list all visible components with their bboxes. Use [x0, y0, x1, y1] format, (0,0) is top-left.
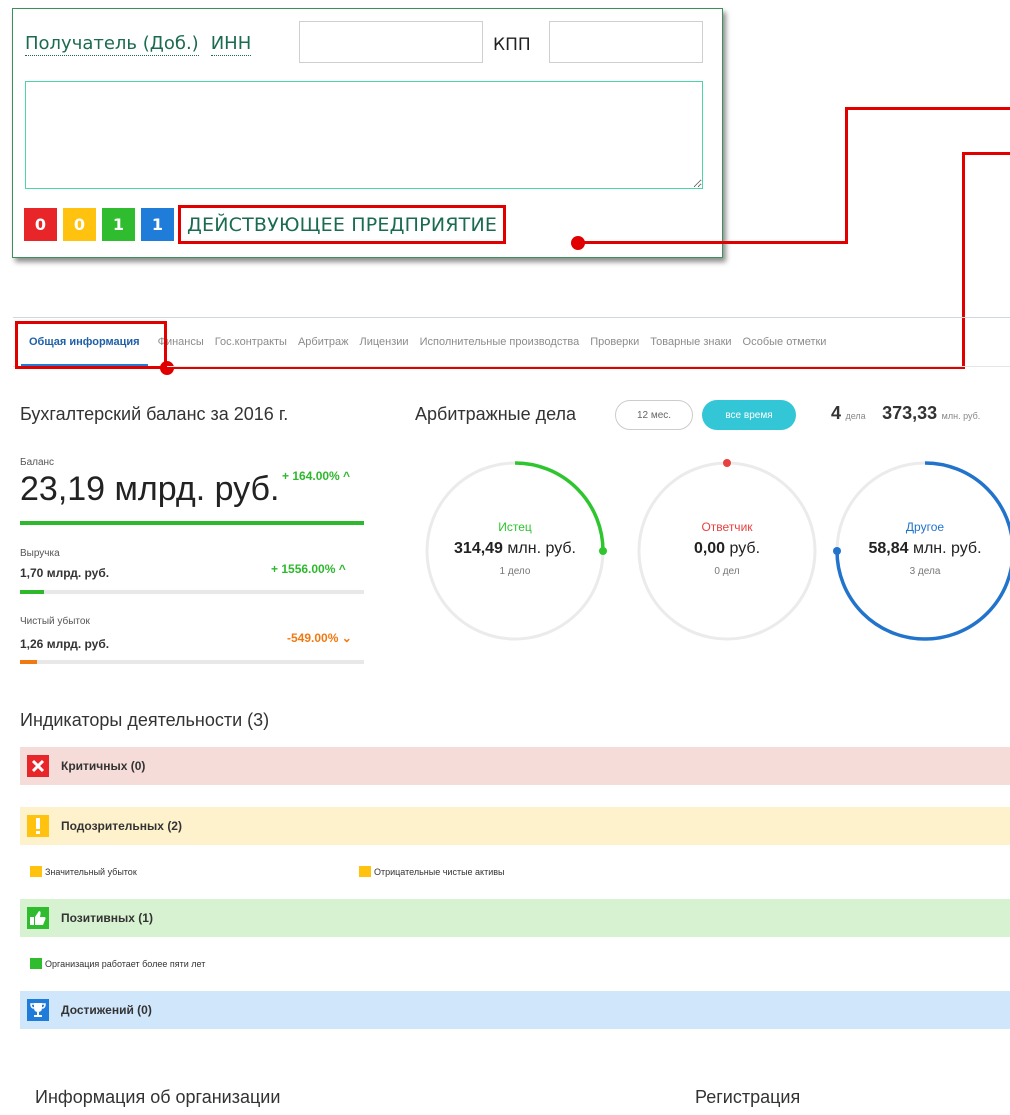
loss-label: Чистый убыток — [20, 616, 90, 627]
circle-title: Истец — [498, 520, 532, 534]
balance-label: Баланс — [20, 457, 55, 468]
arbitrage-circle[interactable]: Другое 58,84 млн. руб. 3 дела — [830, 456, 1010, 646]
tab-item[interactable]: Проверки — [590, 336, 639, 348]
yellow-square-icon — [359, 866, 371, 877]
revenue-label: Выручка — [20, 548, 60, 559]
circle-title: Ответчик — [701, 520, 753, 534]
status-counters: 0 0 1 1 ДЕЙСТВУЮЩЕЕ ПРЕДПРИЯТИЕ — [24, 205, 507, 244]
recipient-link[interactable]: Получатель (Доб.) — [25, 33, 199, 56]
indicator-positive-label: Позитивных (1) — [61, 911, 153, 925]
recipient-textarea[interactable] — [25, 81, 703, 189]
cases-unit: дела — [845, 411, 866, 421]
circle-subtitle: 0 дел — [714, 566, 740, 577]
balance-change: + 164.00% ^ — [282, 469, 351, 483]
company-status: ДЕЙСТВУЮЩЕЕ ПРЕДПРИЯТИЕ — [178, 205, 507, 244]
kpp-input[interactable] — [549, 21, 703, 63]
inn-input[interactable] — [299, 21, 483, 63]
green-square-icon — [30, 958, 42, 969]
indicator-item-label: Отрицательные чистые активы — [374, 866, 505, 877]
tab-item[interactable]: Товарные знаки — [650, 336, 731, 348]
arbitrage-totals: 4 дела 373,33 млн. руб. — [831, 403, 980, 424]
filter-all-time-button[interactable]: все время — [702, 400, 796, 430]
balance-title: Бухгалтерский баланс за 2016 г. — [20, 404, 289, 424]
indicator-critical-bar[interactable]: Критичных (0) — [20, 747, 1010, 785]
circle-value: 58,84 млн. руб. — [868, 540, 982, 557]
counter-suspicious[interactable]: 0 — [63, 208, 96, 241]
kpp-label: КПП — [493, 35, 531, 55]
total-value: 373,33 — [882, 403, 938, 423]
registration-title: Регистрация — [695, 1087, 801, 1107]
cases-count: 4 — [831, 403, 842, 423]
filter-12-months-button[interactable]: 12 мес. — [615, 400, 693, 430]
tab-item[interactable]: Особые отметки — [743, 336, 827, 348]
total-unit: млн. руб. — [941, 411, 981, 421]
balance-value: 23,19 млрд. руб. — [20, 470, 280, 508]
circle-value: 314,49 млн. руб. — [454, 540, 576, 557]
inn-link[interactable]: ИНН — [210, 33, 252, 56]
thumbs-up-icon — [27, 907, 49, 929]
indicator-suspicious-bar[interactable]: Подозрительных (2) — [20, 807, 1010, 845]
loss-value: 1,26 млрд. руб. — [20, 637, 110, 651]
indicator-achievements-label: Достижений (0) — [61, 1003, 152, 1017]
balance-bar — [20, 521, 364, 525]
circle-subtitle: 3 дела — [909, 566, 941, 577]
circle-title: Другое — [905, 520, 945, 534]
indicator-item: Значительный убыток — [30, 866, 137, 877]
arbitrage-title: Арбитражные дела — [415, 404, 577, 424]
revenue-change: + 1556.00% ^ — [271, 562, 346, 576]
indicator-item: Отрицательные чистые активы — [359, 866, 505, 877]
tab-item[interactable]: Гос.контракты — [215, 336, 287, 348]
counter-achievements[interactable]: 1 — [141, 208, 174, 241]
trophy-icon — [27, 999, 49, 1021]
company-card-popup: Получатель (Доб.) ИНН КПП 0 0 1 1 ДЕЙСТВ… — [12, 8, 723, 258]
tab-item[interactable]: Лицензии — [360, 336, 409, 348]
counter-positive[interactable]: 1 — [102, 208, 135, 241]
arbitrage-circle[interactable]: Ответчик 0,00 руб. 0 дел — [632, 456, 822, 646]
tab-item[interactable]: Арбитраж — [298, 336, 349, 348]
loss-change: -549.00% ⌄ — [287, 631, 352, 645]
indicator-suspicious-label: Подозрительных (2) — [61, 819, 182, 833]
indicator-item-label: Значительный убыток — [45, 866, 137, 877]
org-info-title: Информация об организации — [35, 1087, 281, 1107]
indicator-critical-label: Критичных (0) — [61, 759, 146, 773]
revenue-bar — [20, 590, 364, 594]
circle-value: 0,00 руб. — [693, 540, 761, 557]
counter-critical[interactable]: 0 — [24, 208, 57, 241]
indicator-item: Организация работает более пяти лет — [30, 958, 205, 969]
indicator-achievements-bar[interactable]: Достижений (0) — [20, 991, 1010, 1029]
circle-subtitle: 1 дело — [499, 566, 531, 577]
indicator-item-label: Организация работает более пяти лет — [45, 958, 206, 969]
exclamation-icon — [27, 815, 49, 837]
indicators-title: Индикаторы деятельности (3) — [20, 710, 270, 730]
recipient-row: Получатель (Доб.) ИНН — [25, 33, 252, 56]
indicator-positive-bar[interactable]: Позитивных (1) — [20, 899, 1010, 937]
x-icon — [27, 755, 49, 777]
loss-bar — [20, 660, 364, 664]
arbitrage-circle[interactable]: Истец 314,49 млн. руб. 1 дело — [420, 456, 610, 646]
revenue-value: 1,70 млрд. руб. — [20, 566, 110, 580]
yellow-square-icon — [30, 866, 42, 877]
active-tab-highlight — [15, 321, 167, 369]
tab-item[interactable]: Исполнительные производства — [420, 336, 580, 348]
